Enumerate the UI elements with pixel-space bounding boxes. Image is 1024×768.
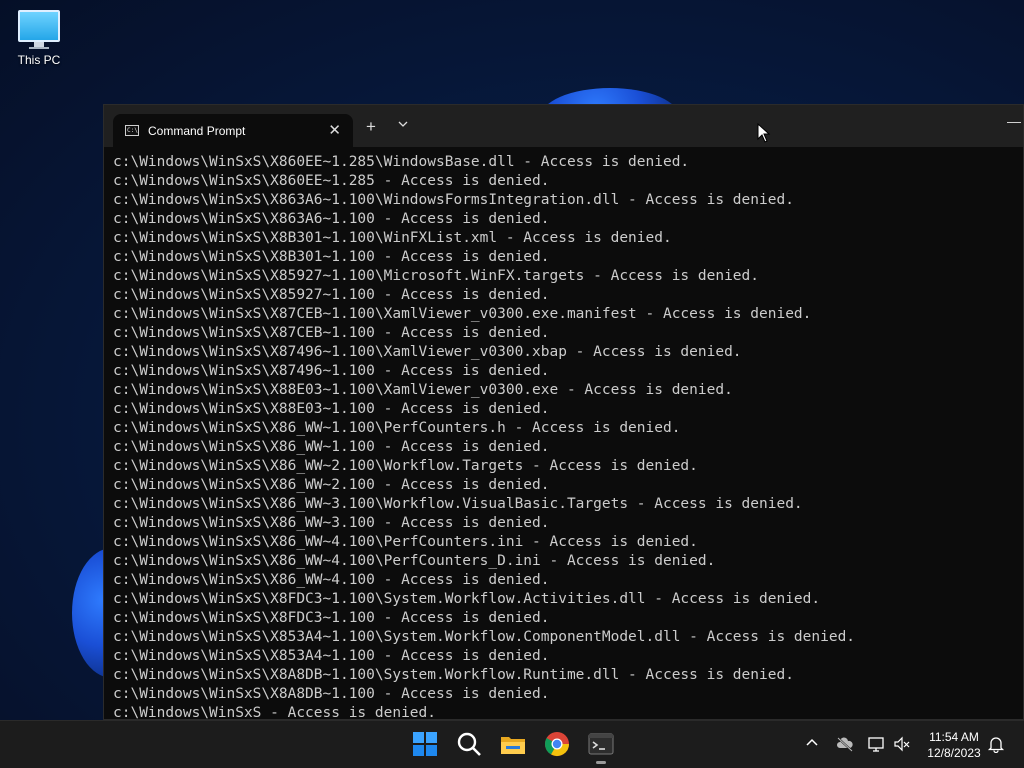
system-clock[interactable]: 11:54 AM 12/8/2023: [920, 729, 988, 761]
console-line: c:\Windows\WinSxS\X85927~1.100\Microsoft…: [113, 268, 760, 284]
chrome-icon[interactable]: [542, 729, 572, 759]
notification-bell-icon[interactable]: [987, 735, 1005, 754]
folder-icon[interactable]: [498, 729, 528, 759]
console-line: c:\Windows\WinSxS\X86_WW~4.100\PerfCount…: [113, 534, 698, 550]
console-line: c:\Windows\WinSxS\X86_WW~1.100 - Access …: [113, 439, 550, 455]
console-line: c:\Windows\WinSxS\X87CEB~1.100\XamlViewe…: [113, 306, 812, 322]
console-line: c:\Windows\WinSxS\X863A6~1.100\WindowsFo…: [113, 192, 794, 208]
console-line: c:\Windows\WinSxS\X863A6~1.100 - Access …: [113, 211, 550, 227]
console-line: c:\Windows\WinSxS\X853A4~1.100 - Access …: [113, 648, 550, 664]
close-tab-icon[interactable]: ✕: [328, 121, 341, 139]
console-line: c:\Windows\WinSxS\X853A4~1.100\System.Wo…: [113, 629, 856, 645]
console-line: c:\Windows\WinSxS\X8B301~1.100 - Access …: [113, 249, 550, 265]
console-line: c:\Windows\WinSxS\X87496~1.100 - Access …: [113, 363, 550, 379]
monitor-base: [29, 47, 49, 49]
show-hidden-icons-chevron-icon[interactable]: [805, 735, 819, 752]
volume-muted-icon[interactable]: [893, 735, 911, 753]
console-line: c:\Windows\WinSxS\X86_WW~4.100 - Access …: [113, 572, 550, 588]
console-line: c:\Windows\WinSxS\X85927~1.100 - Access …: [113, 287, 550, 303]
console-line: c:\Windows\WinSxS\X860EE~1.285\WindowsBa…: [113, 154, 690, 170]
clock-date: 12/8/2023: [927, 746, 981, 760]
cmd-icon: C:\: [125, 125, 139, 136]
console-line: c:\Windows\WinSxS\X87CEB~1.100 - Access …: [113, 325, 550, 341]
console-line: c:\Windows\WinSxS\X86_WW~1.100\PerfCount…: [113, 420, 681, 436]
console-line: c:\Windows\WinSxS\X8FDC3~1.100\System.Wo…: [113, 591, 821, 607]
console-line: c:\Windows\WinSxS\X86_WW~4.100\PerfCount…: [113, 553, 716, 569]
console-line: c:\Windows\WinSxS\X8FDC3~1.100 - Access …: [113, 610, 550, 626]
windows-start-icon[interactable]: [410, 729, 440, 759]
onedrive-offline-icon[interactable]: [836, 735, 854, 753]
terminal-window: C:\ Command Prompt ✕ + — c:\Windows\WinS…: [103, 104, 1024, 720]
console-output[interactable]: c:\Windows\WinSxS\X860EE~1.285\WindowsBa…: [113, 153, 1023, 719]
chevron-down-icon[interactable]: [397, 118, 409, 133]
console-line: c:\Windows\WinSxS\X860EE~1.285 - Access …: [113, 173, 550, 189]
console-line: c:\Windows\WinSxS\X86_WW~3.100\Workflow.…: [113, 496, 803, 512]
console-line: c:\Windows\WinSxS\X86_WW~3.100 - Access …: [113, 515, 550, 531]
console-line: c:\Windows\WinSxS\X8B301~1.100\WinFXList…: [113, 230, 672, 246]
minimize-button[interactable]: —: [1007, 113, 1021, 129]
console-line: c:\Windows\WinSxS\X86_WW~2.100 - Access …: [113, 477, 550, 493]
search-icon[interactable]: [454, 729, 484, 759]
desktop-icon-label: This PC: [17, 53, 61, 67]
clock-time: 11:54 AM: [929, 730, 979, 744]
taskbar: 11:54 AM 12/8/2023: [0, 720, 1024, 768]
console-line: c:\Windows\WinSxS\X87496~1.100\XamlViewe…: [113, 344, 742, 360]
network-icon[interactable]: [867, 735, 885, 753]
console-line: c:\Windows\WinSxS\X88E03~1.100\XamlViewe…: [113, 382, 733, 398]
new-tab-button[interactable]: +: [366, 117, 376, 137]
computer-monitor-icon: [18, 10, 60, 42]
tab-command-prompt[interactable]: C:\ Command Prompt ✕: [113, 114, 353, 147]
console-line: c:\Windows\WinSxS\X86_WW~2.100\Workflow.…: [113, 458, 698, 474]
desktop-icon-this-pc[interactable]: This PC: [10, 8, 68, 67]
terminal-icon[interactable]: [586, 729, 616, 759]
active-app-indicator: [596, 761, 606, 764]
console-line: c:\Windows\WinSxS\X8A8DB~1.100 - Access …: [113, 686, 550, 702]
console-line: c:\Windows\WinSxS - Access is denied.: [113, 705, 437, 719]
console-line: c:\Windows\WinSxS\X8A8DB~1.100\System.Wo…: [113, 667, 794, 683]
console-line: c:\Windows\WinSxS\X88E03~1.100 - Access …: [113, 401, 550, 417]
title-bar[interactable]: C:\ Command Prompt ✕ + —: [104, 105, 1023, 147]
tab-title: Command Prompt: [148, 124, 246, 138]
